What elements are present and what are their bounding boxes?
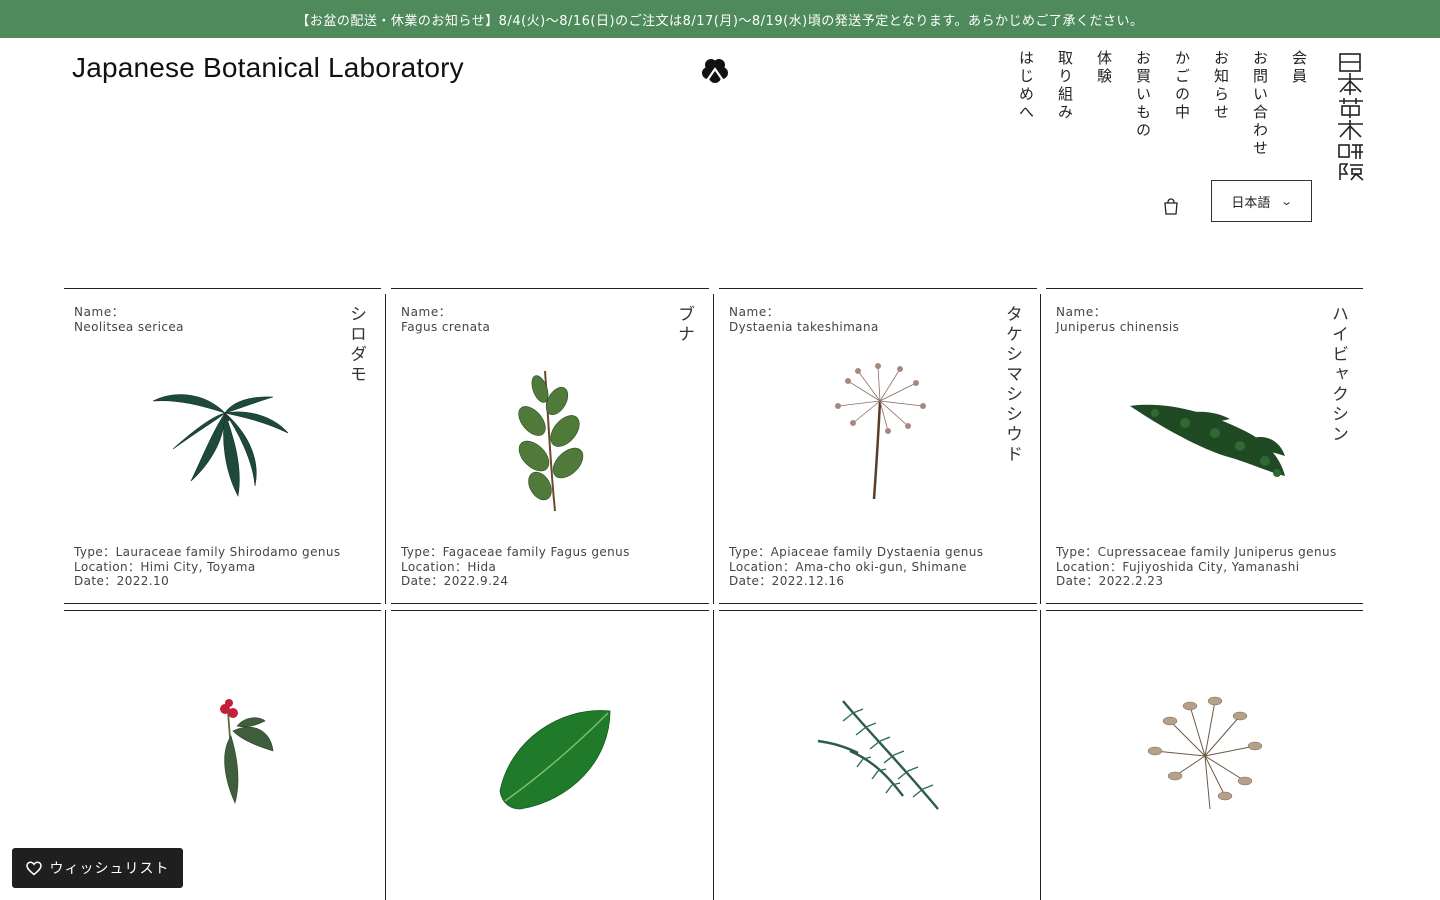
latin-name: Neolitsea sericea	[74, 320, 184, 334]
language-select[interactable]: 日本語 ⌄	[1211, 180, 1312, 222]
divider	[1040, 294, 1041, 604]
divider	[385, 294, 386, 604]
date-text: Date：2022.12.16	[729, 574, 845, 588]
specimen-image	[499, 710, 611, 810]
specimen-info: Type：Fagaceae family Fagus genus Locatio…	[401, 545, 630, 589]
specimen-image	[1129, 404, 1285, 477]
specimen-image	[1147, 696, 1262, 810]
chevron-down-icon: ⌄	[1280, 194, 1294, 208]
specimen-card[interactable]	[719, 610, 1037, 900]
specimen-info: Type：Cupressaceae family Juniperus genus…	[1056, 545, 1337, 589]
location-text: Location：Ama-cho oki-gun, Shimane	[729, 559, 967, 574]
specimen-info: Type：Lauraceae family Shirodamo genus Lo…	[74, 545, 341, 589]
language-selected: 日本語	[1231, 195, 1271, 211]
divider	[385, 610, 386, 900]
wishlist-label: ウィッシュリスト	[49, 861, 170, 877]
location-text: Location：Hida	[401, 559, 497, 574]
latin-name: Dystaenia takeshimana	[729, 320, 879, 334]
wishlist-button[interactable]: ウィッシュリスト	[12, 848, 183, 888]
name-label: Name：	[729, 305, 780, 319]
specimen-card[interactable]: Name： Dystaenia takeshimana タケシマシシウド Typ…	[719, 288, 1037, 604]
nav-contact[interactable]: お問い合わせ	[1251, 50, 1271, 158]
main-nav: 会員 お問い合わせ お知らせ かごの中 お買いもの 体験 取り組み はじめへ	[1017, 50, 1310, 158]
nav-home[interactable]: はじめへ	[1017, 50, 1037, 158]
specimen-image	[518, 370, 584, 512]
nav-member[interactable]: 会員	[1290, 50, 1310, 158]
specimen-card[interactable]: Name： Fagus crenata ブナ Type：Fagaceae fam…	[391, 288, 709, 604]
specimen-image	[835, 363, 926, 500]
specimen-image	[152, 394, 288, 497]
nav-experience[interactable]: 体験	[1095, 50, 1115, 158]
date-text: Date：2022.10	[74, 574, 170, 588]
specimen-info: Type：Apiaceae family Dystaenia genus Loc…	[729, 545, 983, 589]
name-label: Name：	[401, 305, 452, 319]
heart-icon	[25, 860, 42, 875]
latin-name: Fagus crenata	[401, 320, 491, 334]
japanese-name: シロダモ	[346, 305, 366, 385]
specimen-card[interactable]	[391, 610, 709, 900]
nav-news[interactable]: お知らせ	[1212, 50, 1232, 158]
specimen-image	[219, 699, 273, 804]
japanese-name: ハイビャクシン	[1328, 305, 1348, 445]
logo-vertical[interactable]	[1336, 52, 1366, 182]
nav-shop[interactable]: お買いもの	[1134, 50, 1154, 158]
japanese-name: ブナ	[674, 305, 694, 345]
japanese-name: タケシマシシウド	[1002, 305, 1022, 465]
latin-name: Juniperus chinensis	[1056, 320, 1180, 334]
nav-cart[interactable]: かごの中	[1173, 50, 1193, 158]
specimen-card[interactable]: Name： Juniperus chinensis ハイビャクシン Type：C…	[1046, 288, 1363, 604]
nav-initiatives[interactable]: 取り組み	[1056, 50, 1076, 158]
date-text: Date：2022.9.24	[401, 574, 509, 588]
location-text: Location：Fujiyoshida City, Yamanashi	[1056, 559, 1300, 574]
site-title[interactable]: Japanese Botanical Laboratory	[72, 52, 464, 84]
announcement-bar: 【お盆の配送・休業のお知らせ】8/4(火)〜8/16(日)のご注文は8/17(月…	[0, 0, 1440, 38]
specimen-card[interactable]: Name： Neolitsea sericea シロダモ Type：Laurac…	[64, 288, 381, 604]
divider	[713, 294, 714, 604]
name-label: Name：	[1056, 305, 1107, 319]
date-text: Date：2022.2.23	[1056, 574, 1164, 588]
specimen-card[interactable]	[1046, 610, 1363, 900]
announcement-text: 【お盆の配送・休業のお知らせ】8/4(火)〜8/16(日)のご注文は8/17(月…	[296, 13, 1144, 29]
type-text: Type：Apiaceae family Dystaenia genus	[729, 545, 984, 559]
type-text: Type：Lauraceae family Shirodamo genus	[74, 545, 341, 559]
name-label: Name：	[74, 305, 125, 319]
specimen-image	[817, 700, 939, 810]
divider	[713, 610, 714, 900]
cart-icon[interactable]	[1162, 198, 1180, 216]
divider	[1040, 610, 1041, 900]
type-text: Type：Cupressaceae family Juniperus genus	[1056, 545, 1337, 559]
type-text: Type：Fagaceae family Fagus genus	[401, 545, 630, 559]
location-text: Location：Himi City, Toyama	[74, 559, 256, 574]
brand-mark-icon	[702, 59, 728, 83]
